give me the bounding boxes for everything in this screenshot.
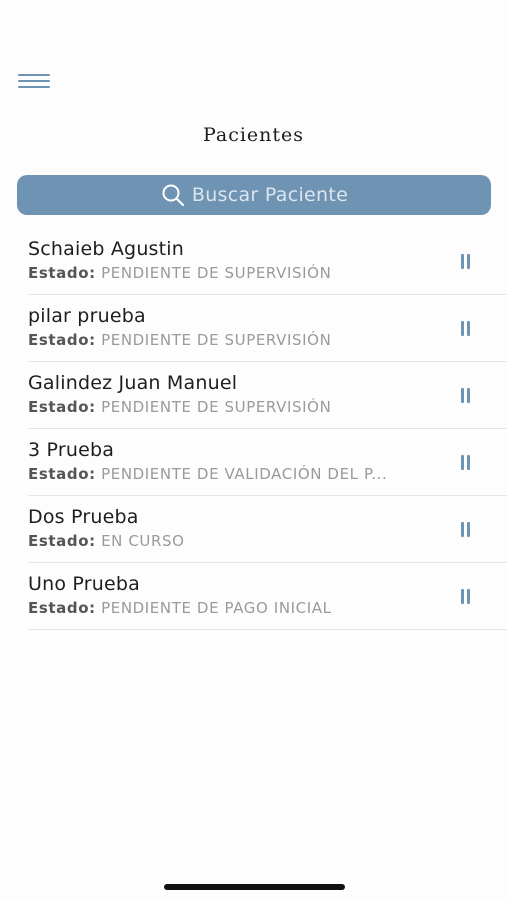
- patient-list: Schaieb Agustin Estado: PENDIENTE DE SUP…: [28, 228, 507, 630]
- list-item[interactable]: pilar prueba Estado: PENDIENTE DE SUPERV…: [28, 295, 507, 362]
- patient-name: Dos Prueba: [28, 506, 139, 528]
- status-label: Estado:: [28, 465, 96, 483]
- patient-name: Uno Prueba: [28, 573, 140, 595]
- status-value: PENDIENTE DE SUPERVISIÓN: [101, 398, 332, 416]
- status-value: EN CURSO: [101, 532, 185, 550]
- status-value: PENDIENTE DE VALIDACIÓN DEL P...: [101, 465, 388, 483]
- search-icon: [162, 184, 184, 207]
- list-item[interactable]: Dos Prueba Estado: EN CURSO: [28, 496, 507, 563]
- patient-name: 3 Prueba: [28, 439, 115, 461]
- list-item[interactable]: 3 Prueba Estado: PENDIENTE DE VALIDACIÓN…: [28, 429, 507, 496]
- list-item[interactable]: Galindez Juan Manuel Estado: PENDIENTE D…: [28, 362, 507, 429]
- patients-screen: Pacientes Buscar Paciente Schaieb Agusti…: [0, 0, 507, 900]
- hamburger-menu-icon[interactable]: [18, 72, 50, 90]
- status-label: Estado:: [28, 331, 96, 349]
- status-value: PENDIENTE DE SUPERVISIÓN: [101, 331, 332, 349]
- pause-icon[interactable]: [460, 321, 472, 337]
- pause-icon[interactable]: [460, 455, 472, 471]
- patient-status: Estado: PENDIENTE DE SUPERVISIÓN: [28, 398, 428, 416]
- status-label: Estado:: [28, 599, 96, 617]
- patient-status: Estado: PENDIENTE DE SUPERVISIÓN: [28, 264, 428, 282]
- status-label: Estado:: [28, 264, 96, 282]
- patient-status: Estado: PENDIENTE DE VALIDACIÓN DEL P...: [28, 465, 428, 483]
- status-value: PENDIENTE DE PAGO INICIAL: [101, 599, 332, 617]
- patient-status: Estado: PENDIENTE DE SUPERVISIÓN: [28, 331, 428, 349]
- search-input[interactable]: Buscar Paciente: [17, 175, 491, 215]
- patient-name: Schaieb Agustin: [28, 238, 185, 260]
- patient-status: Estado: PENDIENTE DE PAGO INICIAL: [28, 599, 428, 617]
- status-label: Estado:: [28, 532, 96, 550]
- status-label: Estado:: [28, 398, 96, 416]
- list-item[interactable]: Uno Prueba Estado: PENDIENTE DE PAGO INI…: [28, 563, 507, 630]
- home-indicator[interactable]: [164, 884, 345, 890]
- status-value: PENDIENTE DE SUPERVISIÓN: [101, 264, 332, 282]
- pause-icon[interactable]: [460, 522, 472, 538]
- patient-name: pilar prueba: [28, 305, 146, 327]
- pause-icon[interactable]: [460, 589, 472, 605]
- list-item[interactable]: Schaieb Agustin Estado: PENDIENTE DE SUP…: [28, 228, 507, 295]
- patient-status: Estado: EN CURSO: [28, 532, 428, 550]
- patient-name: Galindez Juan Manuel: [28, 372, 238, 394]
- page-title: Pacientes: [202, 124, 305, 146]
- pause-icon[interactable]: [460, 388, 472, 404]
- search-placeholder: Buscar Paciente: [191, 184, 349, 206]
- pause-icon[interactable]: [460, 254, 472, 270]
